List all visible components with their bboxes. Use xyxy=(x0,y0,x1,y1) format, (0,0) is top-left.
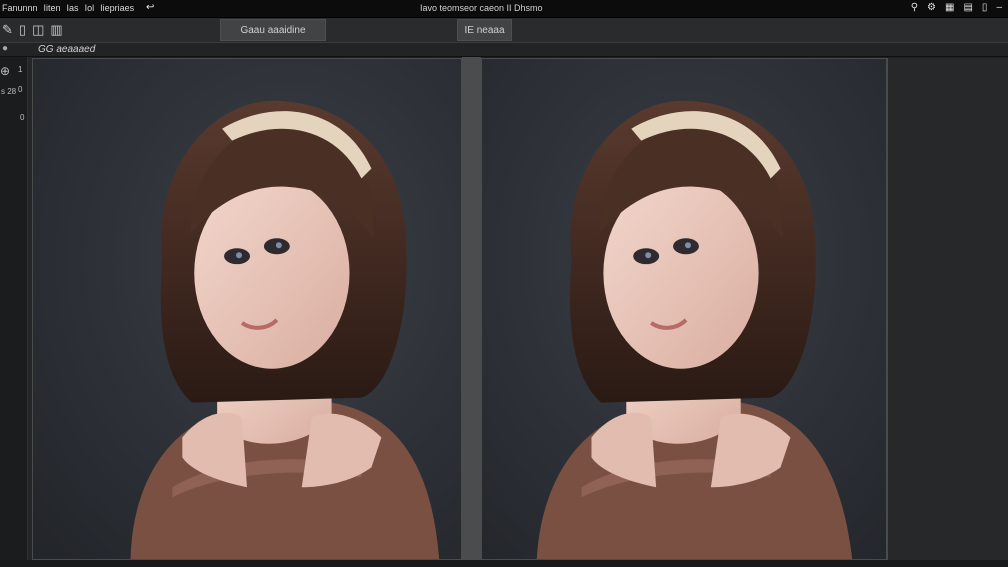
side-panel xyxy=(887,58,1008,560)
subbar-label: GG aeaaaed xyxy=(38,44,96,55)
left-tool-strip: ⊕ 1 0 s 28 0 xyxy=(0,57,28,567)
sub-toolbar: ● GG aeaaaed xyxy=(0,43,1008,57)
menu-item-help[interactable]: Iiepriaes xyxy=(100,3,134,13)
menu-item-edit[interactable]: Iiten xyxy=(44,3,61,13)
window-title: Iavo teomseor caeon II Dhsmo xyxy=(420,3,543,13)
tool-label-3: s 28 xyxy=(1,87,17,96)
portrait-original xyxy=(33,59,461,559)
portrait-processed xyxy=(482,59,886,559)
status-bar xyxy=(0,560,1008,567)
grid-icon[interactable]: ▦ xyxy=(945,2,954,13)
document-icon[interactable]: ▯ xyxy=(19,22,26,38)
toolbar: ✎ ▯ ◫ ▥ Gaau aaaidine IE neaaa xyxy=(0,18,1008,43)
back-arrow-icon[interactable]: ↩ xyxy=(146,2,154,13)
stack-icon[interactable]: ▥ xyxy=(50,22,62,38)
menu-item-view[interactable]: Ias xyxy=(67,3,79,13)
window-controls: ⚲ ⚙ ▦ ▤ ▯ ‒ xyxy=(911,2,1002,13)
image-panel-original[interactable] xyxy=(32,58,462,560)
settings-icon[interactable]: ⚙ xyxy=(927,2,936,13)
tool-label-4: 0 xyxy=(20,113,25,122)
split-divider[interactable] xyxy=(462,57,481,562)
pen-icon[interactable]: ✎ xyxy=(2,22,13,38)
menu-bar: Fanunnn Iiten Ias Iol Iiepriaes ↩ Iavo t… xyxy=(0,0,1008,18)
file-icon[interactable]: ▯ xyxy=(982,2,988,13)
tool-label-1: 1 xyxy=(18,65,23,74)
menu-list: Fanunnn Iiten Ias Iol Iiepriaes xyxy=(2,3,134,13)
columns-icon[interactable]: ◫ xyxy=(32,22,44,38)
toolbar-icons: ✎ ▯ ◫ ▥ xyxy=(2,22,63,38)
menu-item-tools[interactable]: Iol xyxy=(85,3,95,13)
pin-icon[interactable]: ● xyxy=(2,43,8,54)
tool-label-2: 0 xyxy=(18,85,23,94)
tab-original[interactable]: Gaau aaaidine xyxy=(220,19,326,41)
clock-icon[interactable]: ⊕ xyxy=(0,64,10,78)
search-icon[interactable]: ⚲ xyxy=(911,2,918,13)
minimize-icon[interactable]: ‒ xyxy=(996,2,1002,13)
grid-alt-icon[interactable]: ▤ xyxy=(963,2,972,13)
menu-item-file[interactable]: Fanunnn xyxy=(2,3,38,13)
image-panel-result[interactable] xyxy=(481,58,887,560)
tab-result[interactable]: IE neaaa xyxy=(457,19,512,41)
